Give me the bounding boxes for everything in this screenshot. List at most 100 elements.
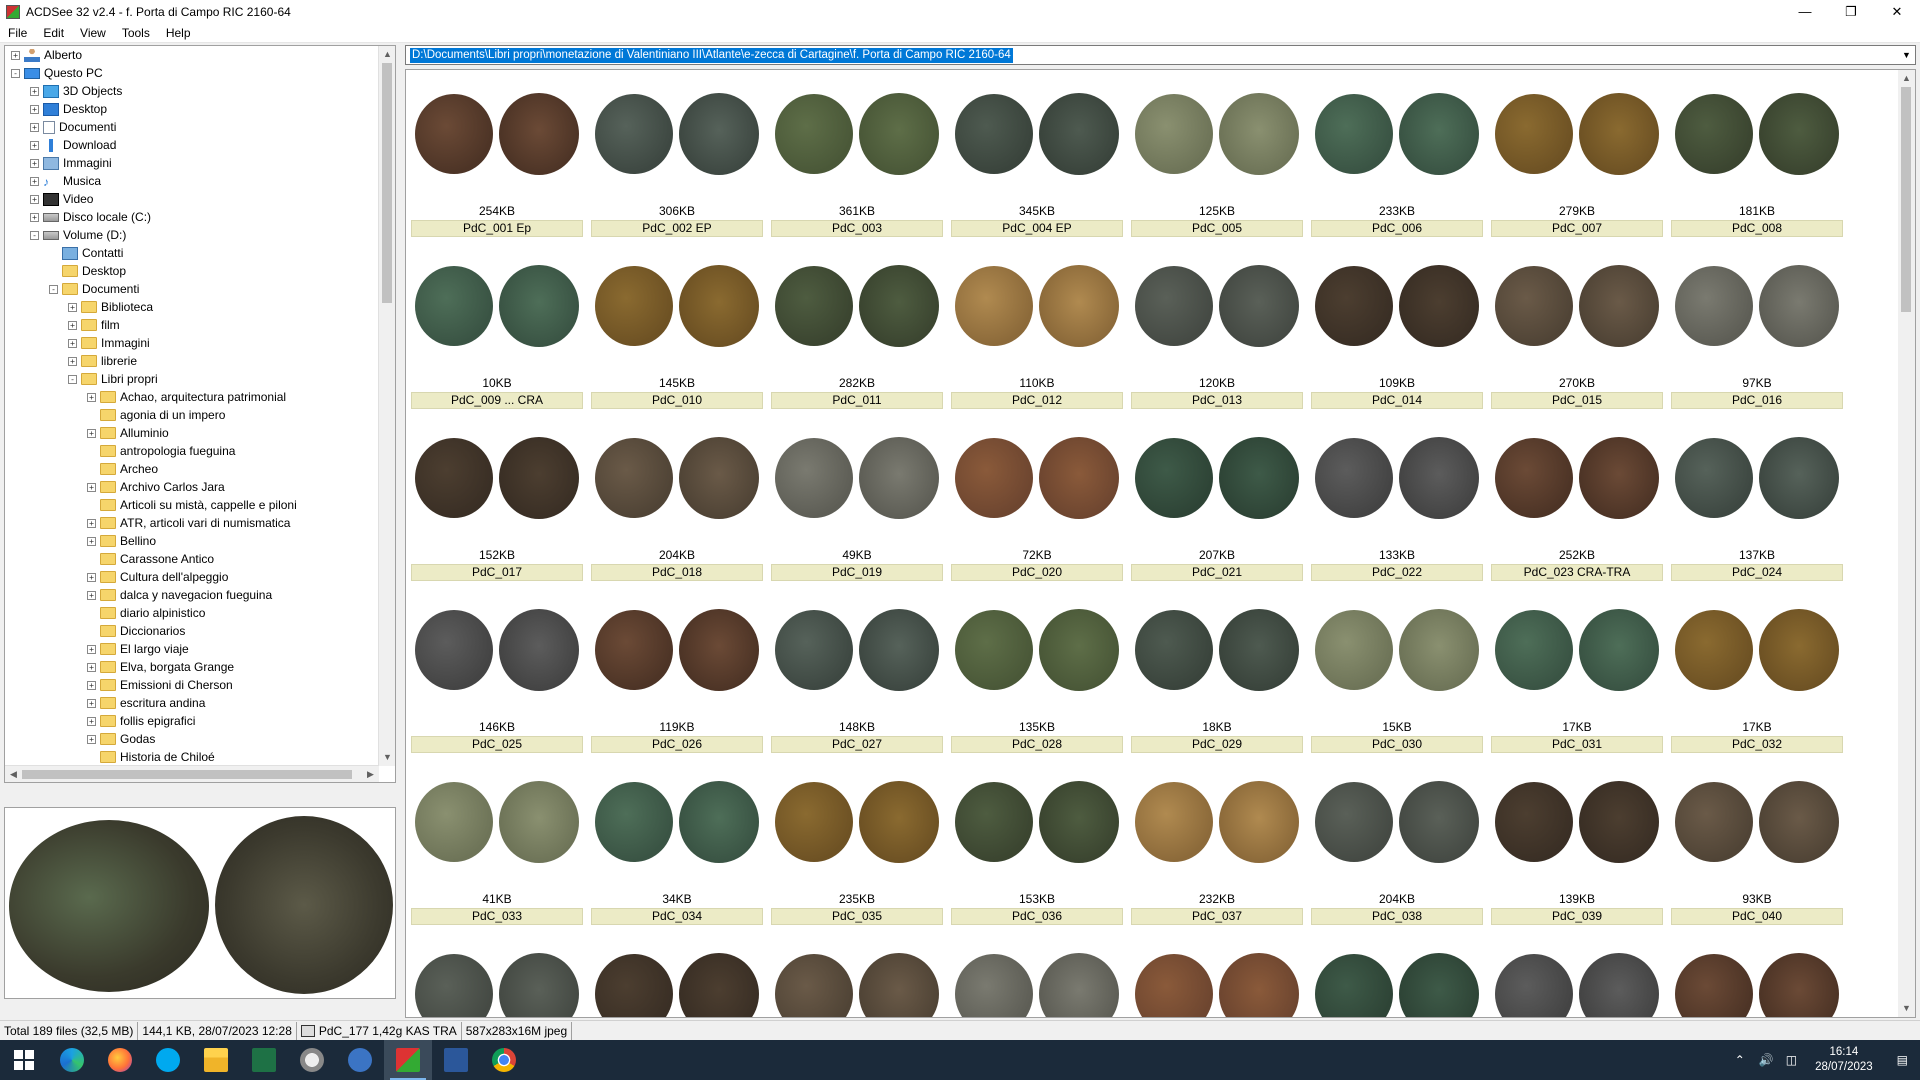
thumbnail-item[interactable]: 153KB PdC_036: [951, 758, 1123, 925]
tree-item[interactable]: + ♪ Musica: [30, 172, 101, 190]
tree-vertical-scrollbar[interactable]: ▲ ▼: [378, 46, 395, 766]
tree-item[interactable]: - Documenti: [49, 280, 139, 298]
thumbnail-filename[interactable]: PdC_018: [591, 564, 763, 581]
menu-file[interactable]: File: [0, 26, 35, 40]
taskbar-media[interactable]: [336, 1040, 384, 1080]
thumbnail-item[interactable]: 232KB PdC_037: [1131, 758, 1303, 925]
menu-help[interactable]: Help: [158, 26, 199, 40]
thumbnail-filename[interactable]: PdC_026: [591, 736, 763, 753]
thumbnail-item[interactable]: [411, 930, 583, 1017]
thumbnail-item[interactable]: 279KB PdC_007: [1491, 70, 1663, 237]
thumbnail-filename[interactable]: PdC_013: [1131, 392, 1303, 409]
thumbnail-item[interactable]: 152KB PdC_017: [411, 414, 583, 581]
thumbnail-filename[interactable]: PdC_004 EP: [951, 220, 1123, 237]
thumbnail-item[interactable]: 207KB PdC_021: [1131, 414, 1303, 581]
expand-plus-icon[interactable]: +: [87, 644, 96, 654]
expand-plus-icon[interactable]: +: [87, 482, 96, 492]
tree-item[interactable]: + Desktop: [30, 100, 107, 118]
tree-item[interactable]: + Immagini: [68, 334, 150, 352]
tree-item[interactable]: + Achao, arquitectura patrimonial: [87, 388, 286, 406]
thumbnail-filename[interactable]: PdC_033: [411, 908, 583, 925]
thumbnail-item[interactable]: 282KB PdC_011: [771, 242, 943, 409]
thumbnail-item[interactable]: [1671, 930, 1843, 1017]
tree-item[interactable]: + Documenti: [30, 118, 116, 136]
expand-plus-icon[interactable]: +: [87, 536, 96, 546]
thumbnail-item[interactable]: 110KB PdC_012: [951, 242, 1123, 409]
thumbnail-item[interactable]: [591, 930, 763, 1017]
expand-plus-icon[interactable]: +: [87, 698, 96, 708]
restore-button[interactable]: ❐: [1828, 0, 1874, 23]
expand-plus-icon[interactable]: +: [30, 212, 39, 222]
expand-plus-icon[interactable]: +: [68, 338, 77, 348]
tree-item[interactable]: - Libri propri: [68, 370, 158, 388]
expand-plus-icon[interactable]: +: [87, 680, 96, 690]
thumbnail-filename[interactable]: PdC_022: [1311, 564, 1483, 581]
thumbnail-item[interactable]: 345KB PdC_004 EP: [951, 70, 1123, 237]
taskbar-chrome[interactable]: [480, 1040, 528, 1080]
thumbnail-filename[interactable]: PdC_036: [951, 908, 1123, 925]
thumbnail-item[interactable]: 93KB PdC_040: [1671, 758, 1843, 925]
tree-item[interactable]: + dalca y navegacion fueguina: [87, 586, 272, 604]
tree-item[interactable]: Contatti: [49, 244, 123, 262]
grid-vscroll-thumb[interactable]: [1901, 87, 1911, 312]
thumbnail-item[interactable]: 17KB PdC_032: [1671, 586, 1843, 753]
thumbnail-item[interactable]: 97KB PdC_016: [1671, 242, 1843, 409]
tree-item[interactable]: Historia de Chiloé: [87, 748, 215, 766]
close-button[interactable]: ✕: [1874, 0, 1920, 23]
expand-plus-icon[interactable]: +: [87, 590, 96, 600]
tree-item[interactable]: + Bellino: [87, 532, 156, 550]
thumbnail-item[interactable]: 119KB PdC_026: [591, 586, 763, 753]
tree-item[interactable]: + Immagini: [30, 154, 112, 172]
thumbnail-item[interactable]: 139KB PdC_039: [1491, 758, 1663, 925]
thumbnail-item[interactable]: 361KB PdC_003: [771, 70, 943, 237]
tree-horizontal-scrollbar[interactable]: ◀ ▶: [5, 765, 379, 782]
address-path[interactable]: D:\Documents\Libri propri\monetazione di…: [410, 48, 1013, 63]
thumbnail-filename[interactable]: PdC_030: [1311, 736, 1483, 753]
collapse-minus-icon[interactable]: -: [49, 284, 58, 294]
scroll-up-arrow-icon[interactable]: ▲: [1898, 70, 1915, 87]
thumbnail-item[interactable]: 252KB PdC_023 CRA-TRA: [1491, 414, 1663, 581]
taskbar-file-explorer[interactable]: [192, 1040, 240, 1080]
expand-plus-icon[interactable]: +: [87, 428, 96, 438]
thumbnail-filename[interactable]: PdC_037: [1131, 908, 1303, 925]
expand-plus-icon[interactable]: +: [30, 158, 39, 168]
tree-item[interactable]: + Alluminio: [87, 424, 169, 442]
tree-item[interactable]: + Godas: [87, 730, 155, 748]
network-status-icon[interactable]: ◫: [1780, 1053, 1803, 1067]
thumbnail-filename[interactable]: PdC_038: [1311, 908, 1483, 925]
thumbnail-item[interactable]: 49KB PdC_019: [771, 414, 943, 581]
scroll-right-arrow-icon[interactable]: ▶: [362, 766, 379, 782]
collapse-minus-icon[interactable]: -: [11, 68, 20, 78]
thumbnail-item[interactable]: 145KB PdC_010: [591, 242, 763, 409]
thumbnail-item[interactable]: 133KB PdC_022: [1311, 414, 1483, 581]
tree-item[interactable]: diario alpinistico: [87, 604, 205, 622]
thumbnail-filename[interactable]: PdC_019: [771, 564, 943, 581]
thumbnail-item[interactable]: 306KB PdC_002 EP: [591, 70, 763, 237]
thumbnail-filename[interactable]: PdC_027: [771, 736, 943, 753]
thumbnail-filename[interactable]: PdC_020: [951, 564, 1123, 581]
thumbnail-item[interactable]: 18KB PdC_029: [1131, 586, 1303, 753]
menu-edit[interactable]: Edit: [35, 26, 72, 40]
tree-hscroll-thumb[interactable]: [22, 770, 352, 779]
tree-item[interactable]: + Elva, borgata Grange: [87, 658, 234, 676]
scroll-left-arrow-icon[interactable]: ◀: [5, 766, 22, 782]
thumbnail-item[interactable]: 204KB PdC_018: [591, 414, 763, 581]
tree-item[interactable]: + Alberto: [11, 46, 82, 64]
tree-item[interactable]: antropologia fueguina: [87, 442, 235, 460]
expand-plus-icon[interactable]: +: [87, 716, 96, 726]
thumbnail-item[interactable]: 254KB PdC_001 Ep: [411, 70, 583, 237]
tree-item[interactable]: + film: [68, 316, 120, 334]
thumbnail-item[interactable]: 235KB PdC_035: [771, 758, 943, 925]
thumbnail-item[interactable]: 233KB PdC_006: [1311, 70, 1483, 237]
tree-item[interactable]: + Download: [30, 136, 116, 154]
thumbnail-filename[interactable]: PdC_032: [1671, 736, 1843, 753]
tree-vscroll-thumb[interactable]: [382, 63, 392, 303]
thumbnail-filename[interactable]: PdC_029: [1131, 736, 1303, 753]
tree-item[interactable]: + escritura andina: [87, 694, 205, 712]
thumbnail-filename[interactable]: PdC_005: [1131, 220, 1303, 237]
thumbnail-item[interactable]: 109KB PdC_014: [1311, 242, 1483, 409]
thumbnail-filename[interactable]: PdC_012: [951, 392, 1123, 409]
thumbnail-filename[interactable]: PdC_008: [1671, 220, 1843, 237]
thumbnail-item[interactable]: 204KB PdC_038: [1311, 758, 1483, 925]
thumbnail-item[interactable]: [951, 930, 1123, 1017]
